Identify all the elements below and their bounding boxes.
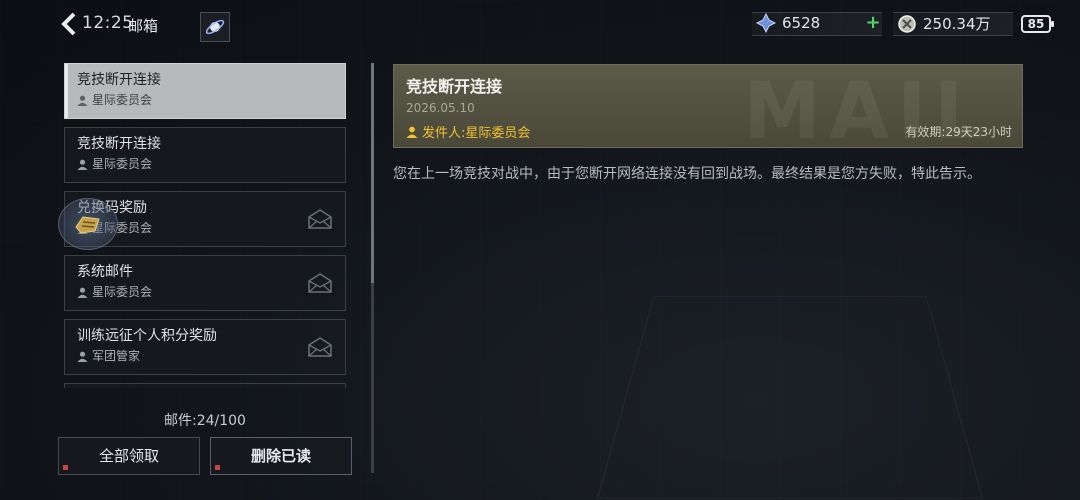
delete-read-button[interactable]: 删除已读 xyxy=(210,437,352,475)
mail-sender: 星际委员会 xyxy=(77,154,345,174)
mail-item-partial[interactable] xyxy=(64,383,346,388)
page-title: 邮箱 xyxy=(128,17,159,35)
corner-mark xyxy=(63,465,68,470)
mail-detail-sender: 发件人:星际委员会 xyxy=(406,122,530,141)
planet-icon xyxy=(205,19,225,35)
mail-item[interactable]: 竞技断开连接 星际委员会 xyxy=(64,63,346,119)
corner-mark xyxy=(215,465,220,470)
mail-subject: 竞技断开连接 xyxy=(77,72,161,88)
hand-icon xyxy=(75,216,100,234)
mail-sender-name: 星际委员会 xyxy=(92,285,153,299)
user-icon xyxy=(77,287,88,298)
claim-all-button[interactable]: 全部领取 xyxy=(58,437,200,475)
mail-item[interactable]: 系统邮件 星际委员会 xyxy=(64,255,346,311)
background-structure xyxy=(596,296,984,499)
battery-indicator: 85 xyxy=(1021,15,1054,33)
mail-item[interactable]: 竞技断开连接 星际委员会 xyxy=(64,127,346,183)
opened-envelope-icon xyxy=(308,209,332,229)
planet-button[interactable] xyxy=(200,12,230,42)
opened-envelope-icon xyxy=(308,273,332,293)
mail-subject: 竞技断开连接 xyxy=(77,136,161,152)
user-icon xyxy=(77,95,88,106)
mail-detail-expiry: 有效期:29天23小时 xyxy=(905,125,1012,139)
user-icon xyxy=(77,159,88,170)
user-icon xyxy=(406,126,418,138)
mail-item[interactable]: 训练远征个人积分奖励 军团管家 xyxy=(64,319,346,375)
mail-sender: 星际委员会 xyxy=(77,90,345,110)
mail-detail-body: 您在上一场竞技对战中，由于您断开网络连接没有回到战场。最终结果是您方失败，特此告… xyxy=(393,166,981,182)
clock: 12:25 xyxy=(82,13,134,33)
crystal-value: 6528 xyxy=(782,14,821,32)
user-icon xyxy=(77,351,88,362)
chevron-left-icon xyxy=(61,12,76,36)
mail-subject: 系统邮件 xyxy=(77,264,133,280)
delete-read-label: 删除已读 xyxy=(250,447,311,465)
top-bar: 12:25 邮箱 6528 + 250.34万 85 xyxy=(0,0,1080,48)
claim-all-label: 全部领取 xyxy=(98,447,159,465)
mail-subject: 训练远征个人积分奖励 xyxy=(77,328,217,344)
mail-sender: 军团管家 xyxy=(77,346,345,366)
mail-sender: 星际委员会 xyxy=(77,282,345,302)
list-scrollbar-thumb[interactable] xyxy=(371,63,374,283)
mail-sender-name: 星际委员会 xyxy=(92,157,153,171)
coin-icon xyxy=(898,14,916,33)
mail-sender-name: 军团管家 xyxy=(92,349,141,363)
mail-sender-name: 星际委员会 xyxy=(92,93,153,107)
resource-coin: 250.34万 xyxy=(897,13,991,34)
floating-assistant-button[interactable] xyxy=(58,198,118,250)
opened-envelope-icon xyxy=(308,337,332,357)
resource-crystal: 6528 xyxy=(756,13,820,33)
mail-count: 邮件:24/100 xyxy=(164,413,246,429)
mail-detail-header: MAIL 竞技断开连接 2026.05.10 发件人:星际委员会 有效期:29天… xyxy=(393,64,1023,148)
coin-value: 250.34万 xyxy=(923,15,991,33)
mail-detail-title: 竞技断开连接 xyxy=(406,77,503,96)
back-button[interactable] xyxy=(60,12,82,36)
mail-detail-sender-text: 发件人:星际委员会 xyxy=(422,126,531,141)
mail-detail-date: 2026.05.10 xyxy=(406,101,475,115)
add-crystal-button[interactable]: + xyxy=(864,14,882,33)
crystal-icon xyxy=(756,13,776,33)
mail-subject: 兑换码奖励 xyxy=(77,198,345,218)
